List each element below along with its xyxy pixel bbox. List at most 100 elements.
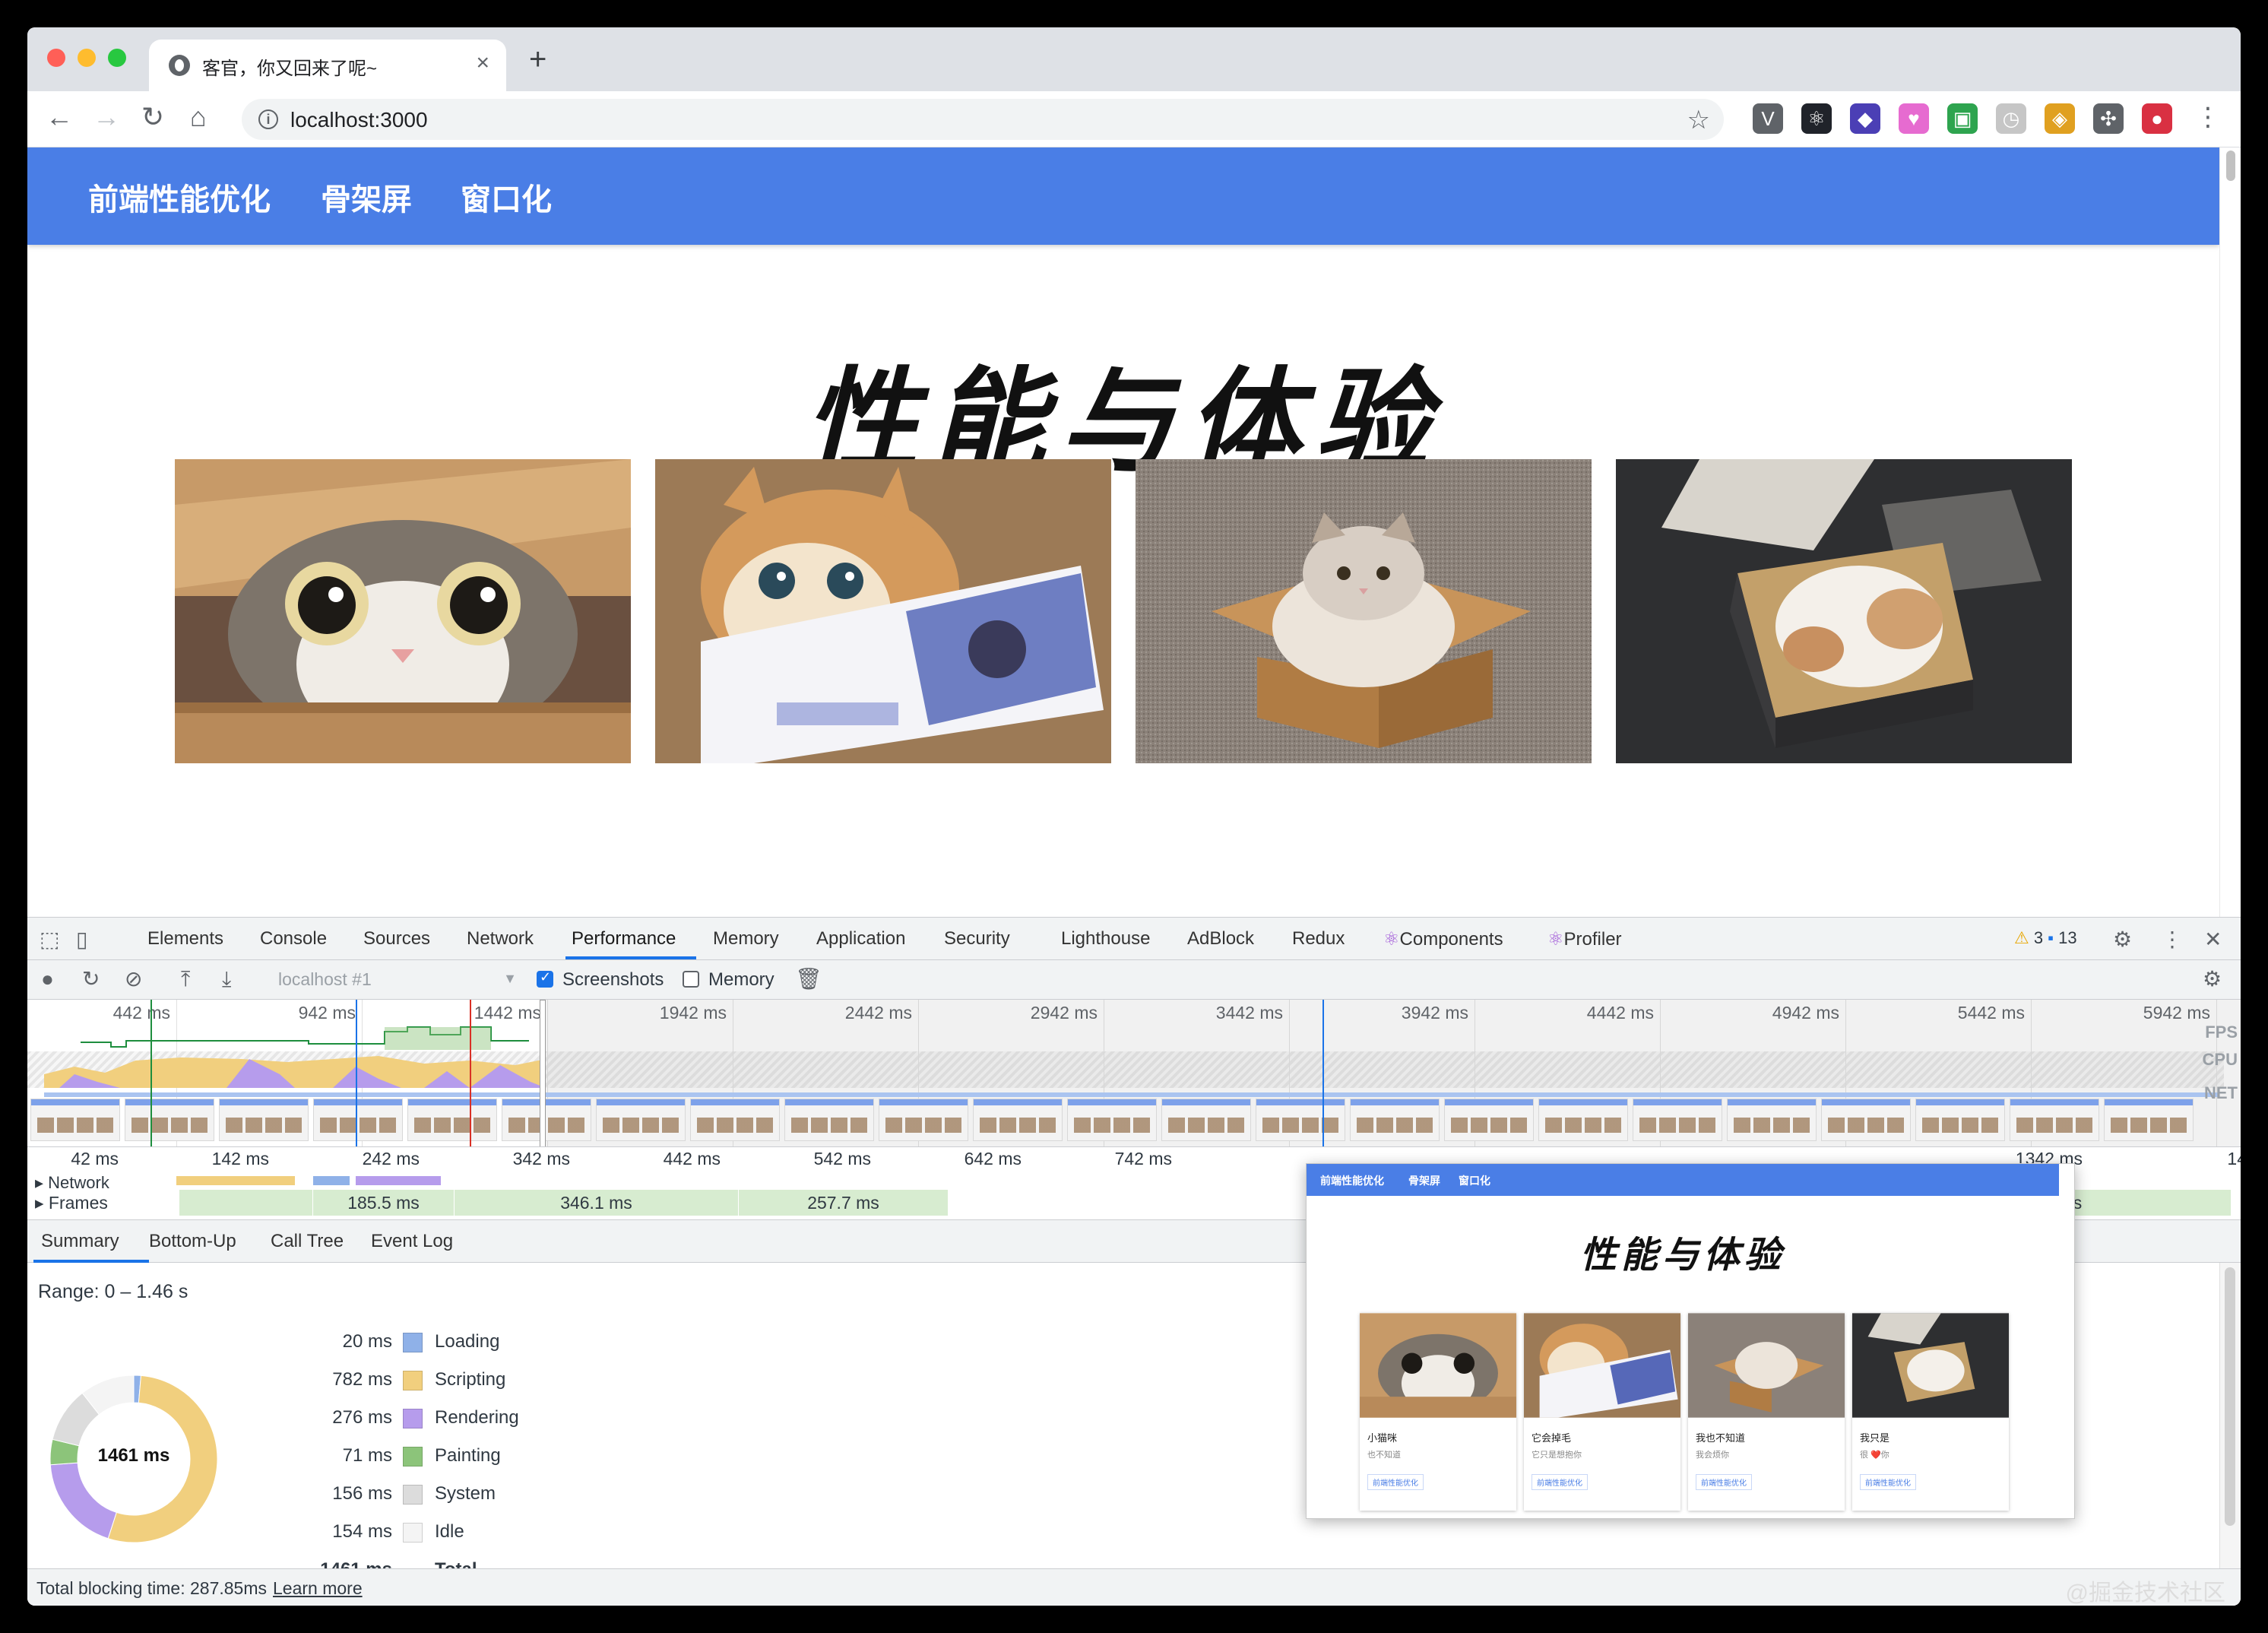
bookmark-star-icon[interactable]: ☆ bbox=[1687, 105, 1710, 135]
cat-photo-3[interactable] bbox=[1136, 459, 1592, 763]
reload-button[interactable]: ↻ bbox=[141, 102, 164, 132]
tab-performance[interactable]: Performance bbox=[572, 928, 676, 950]
forward-button[interactable]: → bbox=[93, 102, 120, 132]
frame-bar[interactable]: 257.7 ms bbox=[739, 1190, 949, 1216]
url-text[interactable]: localhost:3000 bbox=[290, 108, 428, 132]
back-button[interactable]: ← bbox=[46, 102, 73, 132]
new-tab-button[interactable]: + bbox=[529, 44, 546, 75]
reload-record-icon[interactable]: ↻ bbox=[82, 968, 100, 991]
filmstrip-screenshot[interactable] bbox=[219, 1099, 309, 1141]
network-request-bar[interactable] bbox=[176, 1176, 295, 1185]
timeline-overview[interactable]: 442 ms 942 ms 1442 ms 1942 ms 2442 ms 2942 ms… bbox=[27, 1000, 2241, 1147]
on-toggle-icon[interactable]: ▣ bbox=[1947, 103, 1978, 134]
zoom-window-button[interactable] bbox=[108, 49, 126, 67]
nav-item-windowing[interactable]: 窗口化 bbox=[461, 175, 552, 219]
record-icon[interactable]: ● bbox=[41, 968, 54, 991]
nav-item-performance[interactable]: 前端性能优化 bbox=[88, 175, 271, 219]
close-window-button[interactable] bbox=[47, 49, 65, 67]
filmstrip-screenshot[interactable] bbox=[2104, 1099, 2194, 1141]
load-profile-icon[interactable]: ⤒ bbox=[181, 968, 190, 991]
filmstrip-screenshot[interactable] bbox=[1821, 1099, 1911, 1141]
page-scrollbar-thumb[interactable] bbox=[2226, 151, 2235, 181]
close-tab-icon[interactable]: × bbox=[476, 50, 489, 76]
warnings-badge[interactable]: ⚠ 3 ▪ 13 bbox=[2014, 928, 2077, 948]
minimize-window-button[interactable] bbox=[78, 49, 96, 67]
heart-icon[interactable]: ♥ bbox=[1899, 103, 1929, 134]
target-select[interactable]: localhost #1 ▼ bbox=[278, 966, 521, 994]
filmstrip-screenshot[interactable] bbox=[313, 1099, 403, 1141]
address-bar[interactable]: i localhost:3000 ☆ bbox=[242, 99, 1724, 140]
filmstrip-screenshot[interactable] bbox=[1727, 1099, 1817, 1141]
close-devtools-icon[interactable]: ✕ bbox=[2204, 927, 2222, 952]
cat-photo-4[interactable] bbox=[1616, 459, 2072, 763]
tab-summary[interactable]: Summary bbox=[41, 1231, 119, 1252]
frame-bar[interactable] bbox=[179, 1190, 313, 1216]
filmstrip-screenshot[interactable] bbox=[690, 1099, 780, 1141]
browser-menu-icon[interactable]: ⋮ bbox=[2195, 102, 2221, 132]
filmstrip-screenshot[interactable] bbox=[1915, 1099, 2005, 1141]
graduation-cap-icon[interactable]: ◆ bbox=[1850, 103, 1880, 134]
tab-components[interactable]: ⚛Components bbox=[1383, 928, 1503, 950]
cat-photo-1[interactable] bbox=[175, 459, 631, 763]
clock-icon[interactable]: ◷ bbox=[1996, 103, 2026, 134]
tab-lighthouse[interactable]: Lighthouse bbox=[1061, 928, 1150, 950]
frame-bar[interactable]: 346.1 ms bbox=[455, 1190, 739, 1216]
filmstrip-screenshot[interactable] bbox=[1256, 1099, 1345, 1141]
tab-bottom-up[interactable]: Bottom-Up bbox=[149, 1231, 236, 1252]
filmstrip-screenshot[interactable] bbox=[30, 1099, 120, 1141]
avatar-icon[interactable]: ● bbox=[2142, 103, 2172, 134]
tab-security[interactable]: Security bbox=[944, 928, 1010, 950]
react-devtools-icon[interactable]: ⚛ bbox=[1801, 103, 1832, 134]
cat-photo-2[interactable] bbox=[655, 459, 1111, 763]
summary-scrollbar-thumb[interactable] bbox=[2225, 1267, 2235, 1526]
info-icon[interactable]: i bbox=[258, 109, 278, 129]
filmstrip-screenshot[interactable] bbox=[2010, 1099, 2099, 1141]
save-profile-icon[interactable]: ⤓ bbox=[222, 968, 231, 991]
network-request-bar[interactable] bbox=[313, 1176, 350, 1185]
filmstrip-screenshot[interactable] bbox=[1161, 1099, 1251, 1141]
memory-checkbox[interactable] bbox=[683, 971, 699, 988]
filmstrip-screenshot[interactable] bbox=[1633, 1099, 1722, 1141]
network-request-bar[interactable] bbox=[356, 1176, 441, 1185]
puzzle-icon[interactable]: ✣ bbox=[2093, 103, 2124, 134]
settings-gear-icon[interactable]: ⚙ bbox=[2113, 927, 2132, 952]
filmstrip-screenshot[interactable] bbox=[973, 1099, 1063, 1141]
clear-icon[interactable]: ⊘ bbox=[125, 968, 142, 991]
tab-sources[interactable]: Sources bbox=[363, 928, 430, 950]
v-extension-icon[interactable]: V bbox=[1753, 103, 1783, 134]
device-toolbar-icon[interactable]: ▯ bbox=[76, 927, 87, 952]
filmstrip-screenshot[interactable] bbox=[502, 1099, 591, 1141]
nav-item-skeleton[interactable]: 骨架屏 bbox=[321, 175, 412, 219]
tab-call-tree[interactable]: Call Tree bbox=[271, 1231, 344, 1252]
trash-icon[interactable]: 🗑 bbox=[795, 968, 822, 991]
tab-profiler[interactable]: ⚛Profiler bbox=[1547, 928, 1622, 950]
tab-network[interactable]: Network bbox=[467, 928, 534, 950]
filmstrip-screenshot[interactable] bbox=[407, 1099, 497, 1141]
frame-bar[interactable]: 185.5 ms bbox=[313, 1190, 455, 1216]
filmstrip-screenshot[interactable] bbox=[784, 1099, 874, 1141]
network-track-label[interactable]: ▸ Network bbox=[35, 1173, 109, 1193]
tab-elements[interactable]: Elements bbox=[147, 928, 223, 950]
frames-track-label[interactable]: ▸ Frames bbox=[35, 1193, 108, 1213]
tab-event-log[interactable]: Event Log bbox=[371, 1231, 453, 1252]
shield-icon[interactable]: ◈ bbox=[2045, 103, 2075, 134]
filmstrip-screenshot[interactable] bbox=[1067, 1099, 1157, 1141]
capture-settings-gear-icon[interactable]: ⚙ bbox=[2203, 968, 2222, 991]
filmstrip-screenshot[interactable] bbox=[1538, 1099, 1628, 1141]
inspect-element-icon[interactable]: ⬚ bbox=[40, 927, 59, 952]
filmstrip-screenshot[interactable] bbox=[1444, 1099, 1534, 1141]
selection-handle[interactable] bbox=[540, 1000, 546, 1146]
learn-more-link[interactable]: Learn more bbox=[273, 1578, 363, 1598]
tab-application[interactable]: Application bbox=[816, 928, 905, 950]
page-scrollbar[interactable] bbox=[2219, 147, 2241, 946]
devtools-menu-icon[interactable]: ⋮ bbox=[2162, 927, 2183, 952]
tab-redux[interactable]: Redux bbox=[1292, 928, 1345, 950]
tab-memory[interactable]: Memory bbox=[713, 928, 779, 950]
filmstrip-screenshot[interactable] bbox=[596, 1099, 686, 1141]
filmstrip-screenshot[interactable] bbox=[879, 1099, 968, 1141]
screenshots-checkbox[interactable] bbox=[537, 969, 553, 988]
browser-tab[interactable]: 客官，你又回来了呢~ × bbox=[149, 40, 506, 91]
summary-scrollbar[interactable] bbox=[2219, 1263, 2241, 1568]
filmstrip-screenshot[interactable] bbox=[1350, 1099, 1440, 1141]
home-button[interactable]: ⌂ bbox=[190, 102, 207, 132]
